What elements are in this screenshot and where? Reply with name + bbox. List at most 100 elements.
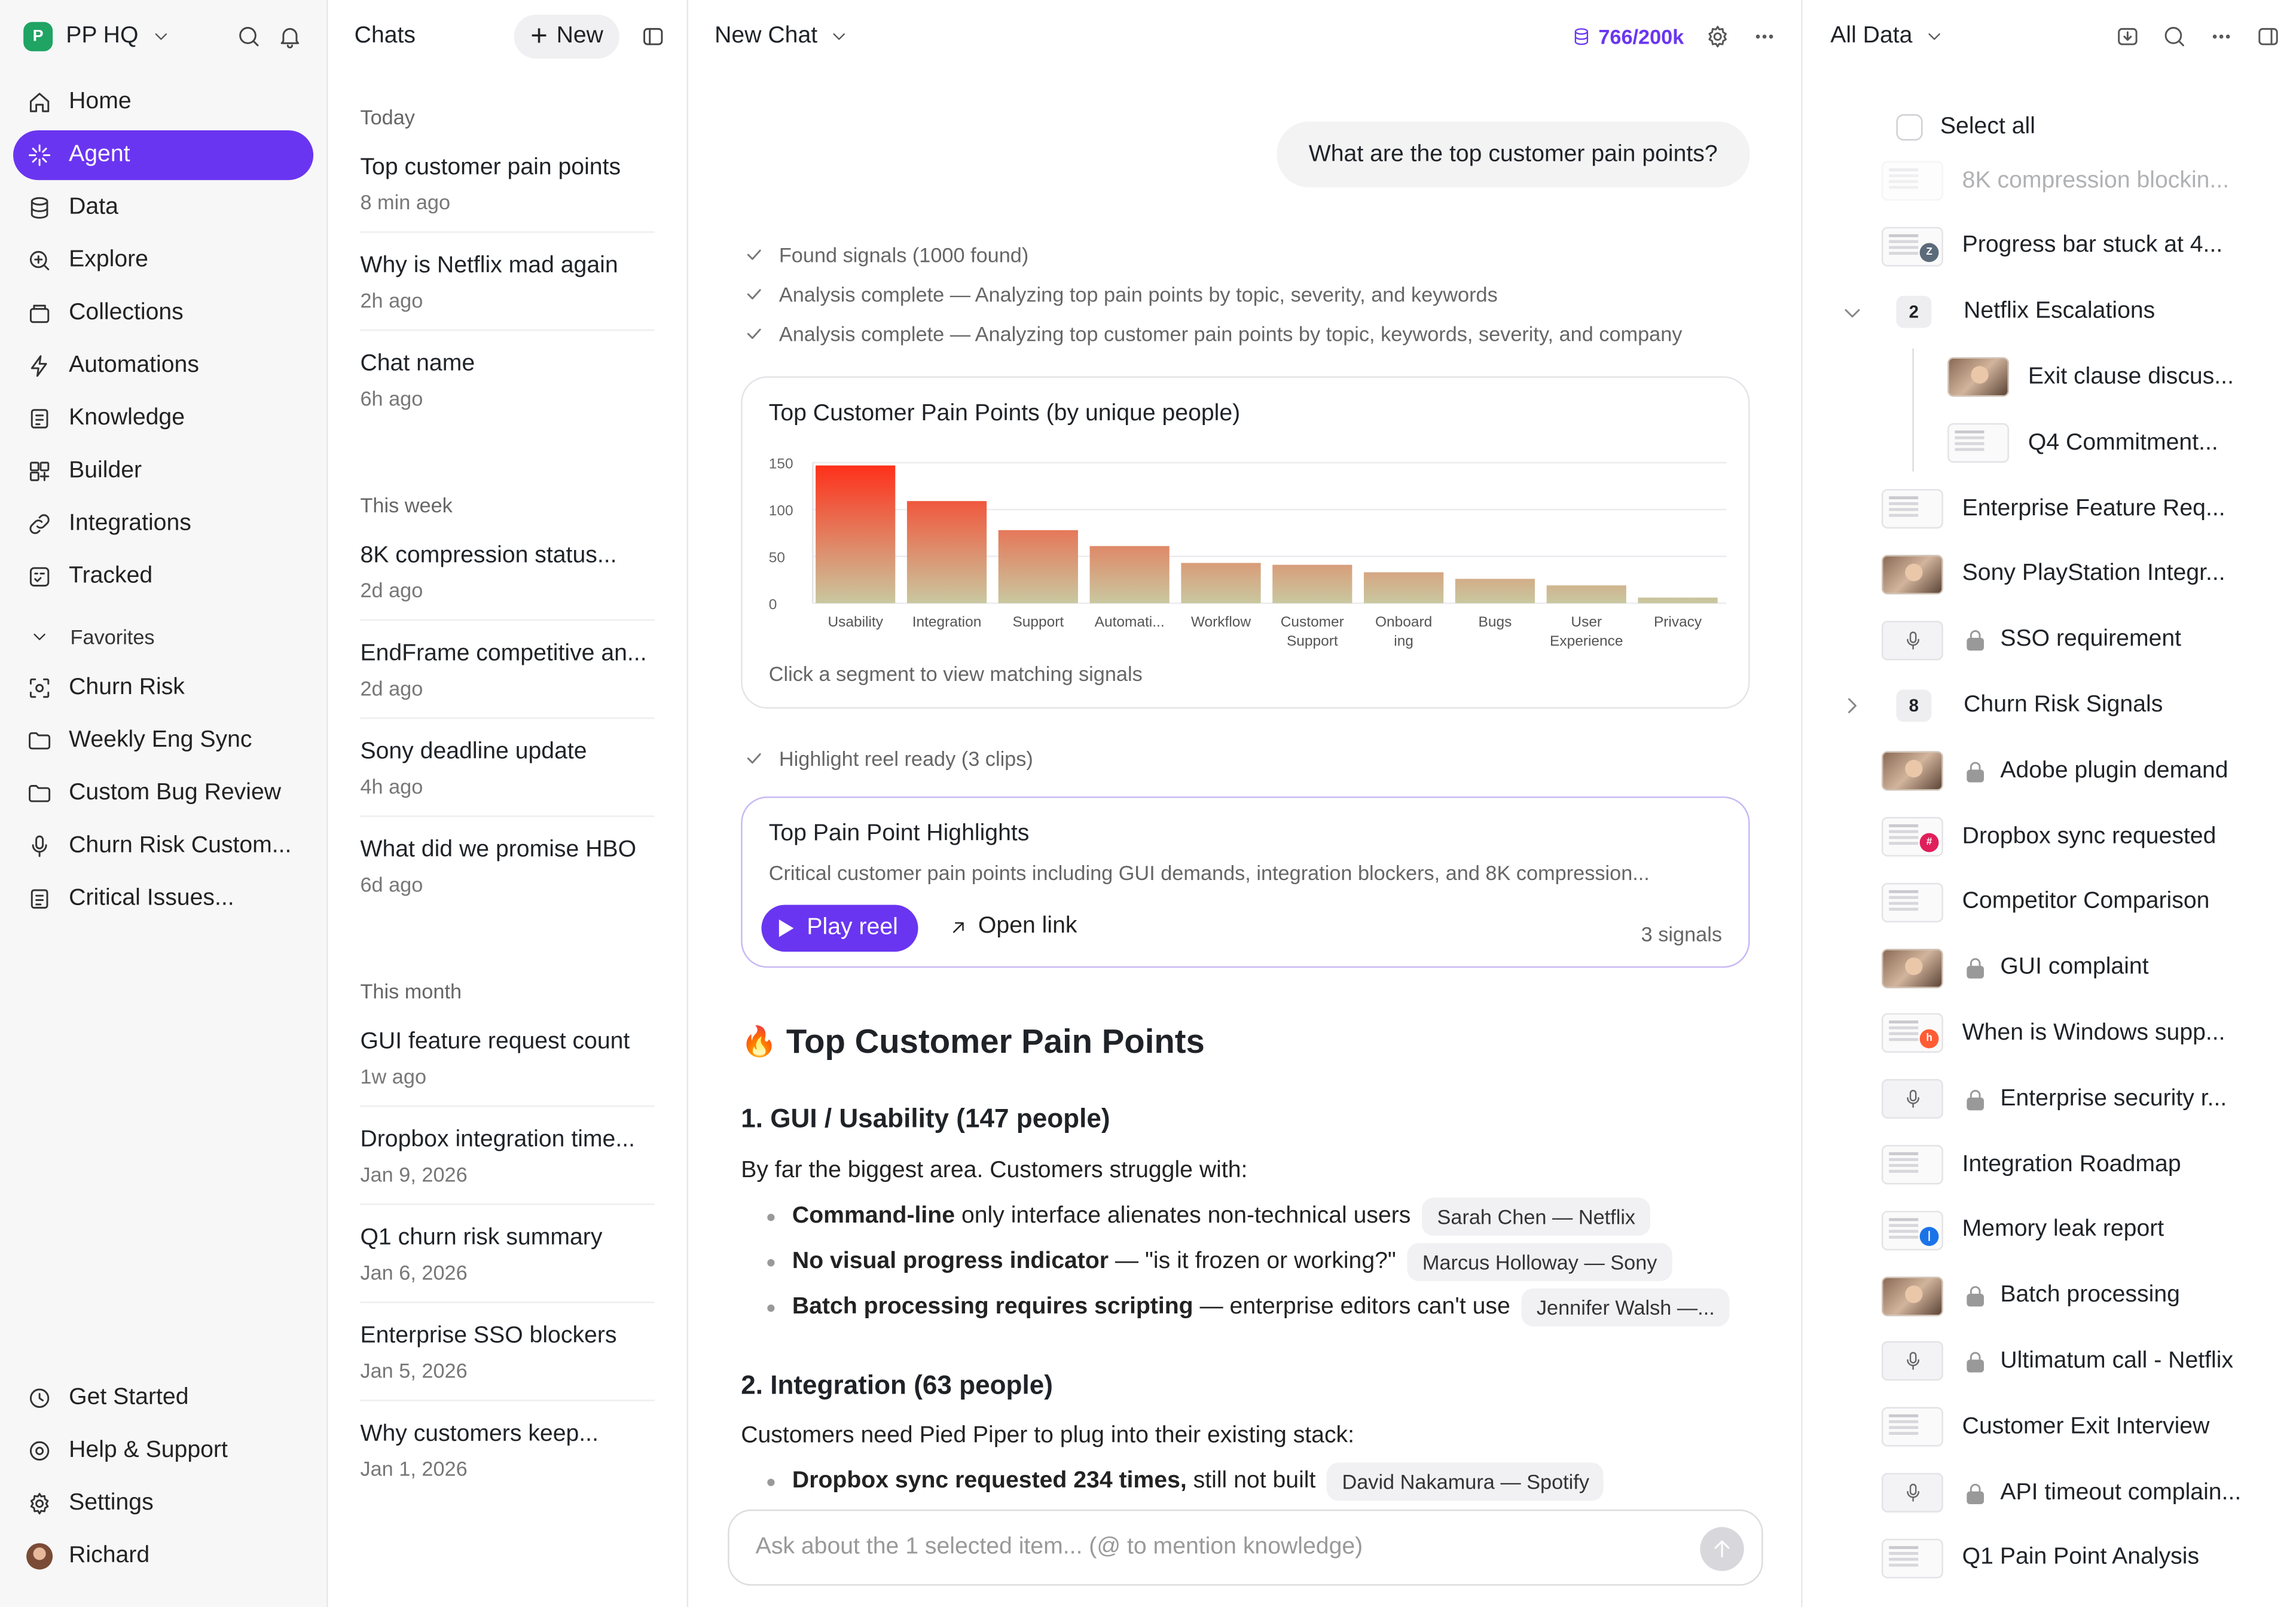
data-item-row[interactable]: GUI complaint xyxy=(1881,935,2149,1001)
chart-bar[interactable] xyxy=(1272,564,1352,603)
data-item-row[interactable]: h When is Windows supp... xyxy=(1881,1001,2225,1067)
favorite-churn-risk-custom[interactable]: Churn Risk Custom... xyxy=(13,821,313,871)
source-chip[interactable]: Sarah Chen — Netflix xyxy=(1422,1197,1650,1236)
new-chat-button[interactable]: + New xyxy=(514,14,619,59)
chat-item[interactable]: Why customers keep... Jan 1, 2026 xyxy=(360,1401,654,1499)
data-item-row[interactable]: Q1 Pain Point Analysis xyxy=(1881,1525,2199,1591)
favorites-header[interactable]: Favorites xyxy=(13,616,313,658)
data-item-row[interactable]: Ultimatum call - Netflix xyxy=(1881,1328,2233,1394)
nav-item-tracked[interactable]: Tracked xyxy=(13,552,313,601)
chart-bar[interactable] xyxy=(906,501,987,603)
data-item-row[interactable]: Enterprise Feature Req... xyxy=(1881,476,2225,542)
chart-bar[interactable] xyxy=(1638,597,1718,603)
favorite-churn-risk[interactable]: Churn Risk xyxy=(13,663,313,713)
nav-item-knowledge[interactable]: Knowledge xyxy=(13,394,313,444)
more-icon[interactable] xyxy=(2208,23,2234,50)
source-chip[interactable]: Marcus Holloway — Sony xyxy=(1407,1243,1672,1281)
chart-bar[interactable] xyxy=(816,465,896,603)
data-item-row[interactable]: Enterprise security r... xyxy=(1881,1066,2227,1132)
panel-toggle-icon[interactable] xyxy=(2255,23,2281,50)
data-item-row[interactable]: Competitor Comparison xyxy=(1881,869,2209,935)
data-item-row[interactable]: Integration Roadmap xyxy=(1881,1132,2181,1197)
chart-bar[interactable] xyxy=(998,530,1078,603)
import-icon[interactable] xyxy=(2114,23,2141,50)
check-icon xyxy=(747,289,761,300)
gear-icon[interactable] xyxy=(1705,23,1731,50)
chart-bar[interactable] xyxy=(1546,585,1626,603)
data-group-row[interactable]: 2 Netflix Escalations xyxy=(1882,279,2155,345)
source-badge-icon: # xyxy=(1919,833,1939,853)
data-item-row[interactable]: Exit clause discus... xyxy=(1947,344,2234,410)
data-item-row[interactable]: # Dropbox sync requested xyxy=(1881,804,2216,870)
chat-item[interactable]: Q1 churn risk summary Jan 6, 2026 xyxy=(360,1205,655,1303)
nav-item-settings[interactable]: Settings xyxy=(13,1478,313,1528)
bullet-dot xyxy=(767,1258,775,1266)
data-group-row[interactable]: 8 Churn Risk Signals xyxy=(1882,673,2163,738)
chat-item[interactable]: What did we promise HBO 6d ago xyxy=(360,817,654,915)
bell-icon[interactable] xyxy=(277,23,303,50)
data-item-row[interactable]: 8K compression blockin... xyxy=(1881,148,2229,213)
link-icon xyxy=(29,514,50,534)
workspace-switcher[interactable]: P PP HQ xyxy=(23,17,303,56)
sidebar-toggle-icon[interactable] xyxy=(640,23,666,50)
data-item-row[interactable]: Adobe plugin demand xyxy=(1881,738,2228,804)
nav-item-profile[interactable]: Richard xyxy=(13,1532,313,1581)
chat-time: 2d ago xyxy=(360,676,423,700)
search-icon[interactable] xyxy=(2161,23,2188,50)
chat-item[interactable]: EndFrame competitive an... 2d ago xyxy=(360,621,655,719)
data-item-row[interactable]: SSO requirement xyxy=(1881,607,2181,673)
chevron-down-icon[interactable] xyxy=(1839,300,1866,326)
chat-item[interactable]: Sony deadline update 4h ago xyxy=(360,719,655,817)
chat-item[interactable]: Top customer pain points 8 min ago xyxy=(360,135,655,233)
data-item-row[interactable]: Customer Exit Interview xyxy=(1881,1394,2209,1460)
favorite-critical-issues[interactable]: Critical Issues... xyxy=(13,874,313,924)
highlights-title: Top Pain Point Highlights xyxy=(768,821,1030,847)
data-item-row[interactable]: Batch processing xyxy=(1881,1263,2180,1328)
nav-item-integrations[interactable]: Integrations xyxy=(13,499,313,549)
chat-title[interactable]: New Chat xyxy=(715,23,817,50)
favorite-custom-bug-review[interactable]: Custom Bug Review xyxy=(13,769,313,818)
nav-item-agent[interactable]: Agent xyxy=(13,130,314,181)
more-icon[interactable] xyxy=(1751,23,1778,50)
chat-item[interactable]: GUI feature request count 1w ago xyxy=(360,1009,655,1107)
chat-item[interactable]: Enterprise SSO blockers Jan 5, 2026 xyxy=(360,1303,655,1401)
chat-item[interactable]: Chat name 6h ago xyxy=(360,331,654,429)
data-item-row[interactable]: API timeout complain... xyxy=(1881,1460,2241,1526)
nav-item-help[interactable]: Help & Support xyxy=(13,1426,313,1475)
chart-bar[interactable] xyxy=(1455,579,1535,603)
data-filter[interactable]: All Data xyxy=(1830,23,1912,50)
nav-item-get-started[interactable]: Get Started xyxy=(13,1373,313,1423)
nav-item-collections[interactable]: Collections xyxy=(13,288,313,338)
data-item-row[interactable]: Q4 Commitment... xyxy=(1947,410,2218,476)
favorite-weekly-eng-sync[interactable]: Weekly Eng Sync xyxy=(13,716,313,766)
chat-item[interactable]: Why is Netflix mad again 2h ago xyxy=(360,233,655,331)
check-icon xyxy=(747,249,761,260)
data-item-row[interactable]: | Memory leak report xyxy=(1881,1197,2164,1263)
chevron-down-icon[interactable] xyxy=(829,26,850,47)
chart-bar[interactable] xyxy=(1363,572,1444,603)
select-all[interactable]: Select all xyxy=(1896,114,2035,141)
nav-item-builder[interactable]: Builder xyxy=(13,447,313,496)
mic-icon xyxy=(1906,631,1919,649)
chevron-down-icon[interactable] xyxy=(1924,26,1944,47)
nav-item-home[interactable]: Home xyxy=(13,78,313,127)
play-reel-button[interactable]: Play reel xyxy=(761,905,919,952)
chevron-right-icon[interactable] xyxy=(1839,693,1866,719)
chat-item[interactable]: 8K compression status... 2d ago xyxy=(360,523,655,621)
chat-item[interactable]: Dropbox integration time... Jan 9, 2026 xyxy=(360,1107,655,1205)
credits-counter[interactable]: 766/200k xyxy=(1571,25,1684,48)
source-chip[interactable]: Jennifer Walsh —... xyxy=(1522,1288,1730,1327)
data-item-row[interactable]: Sony PlayStation Integr... xyxy=(1881,542,2225,607)
source-chip[interactable]: David Nakamura — Spotify xyxy=(1327,1462,1604,1501)
nav-item-explore[interactable]: Explore xyxy=(13,236,313,285)
chart-bar[interactable] xyxy=(1089,546,1170,603)
chat-input[interactable] xyxy=(755,1534,1664,1561)
chart-bar[interactable] xyxy=(1181,563,1261,603)
nav-item-data[interactable]: Data xyxy=(13,183,313,233)
select-all-checkbox[interactable] xyxy=(1896,114,1923,141)
search-icon[interactable] xyxy=(236,23,262,50)
data-item-row[interactable]: Z Progress bar stuck at 4... xyxy=(1881,213,2222,279)
nav-item-automations[interactable]: Automations xyxy=(13,341,313,391)
send-button[interactable] xyxy=(1700,1527,1744,1571)
open-link-button[interactable]: Open link xyxy=(948,914,1077,940)
